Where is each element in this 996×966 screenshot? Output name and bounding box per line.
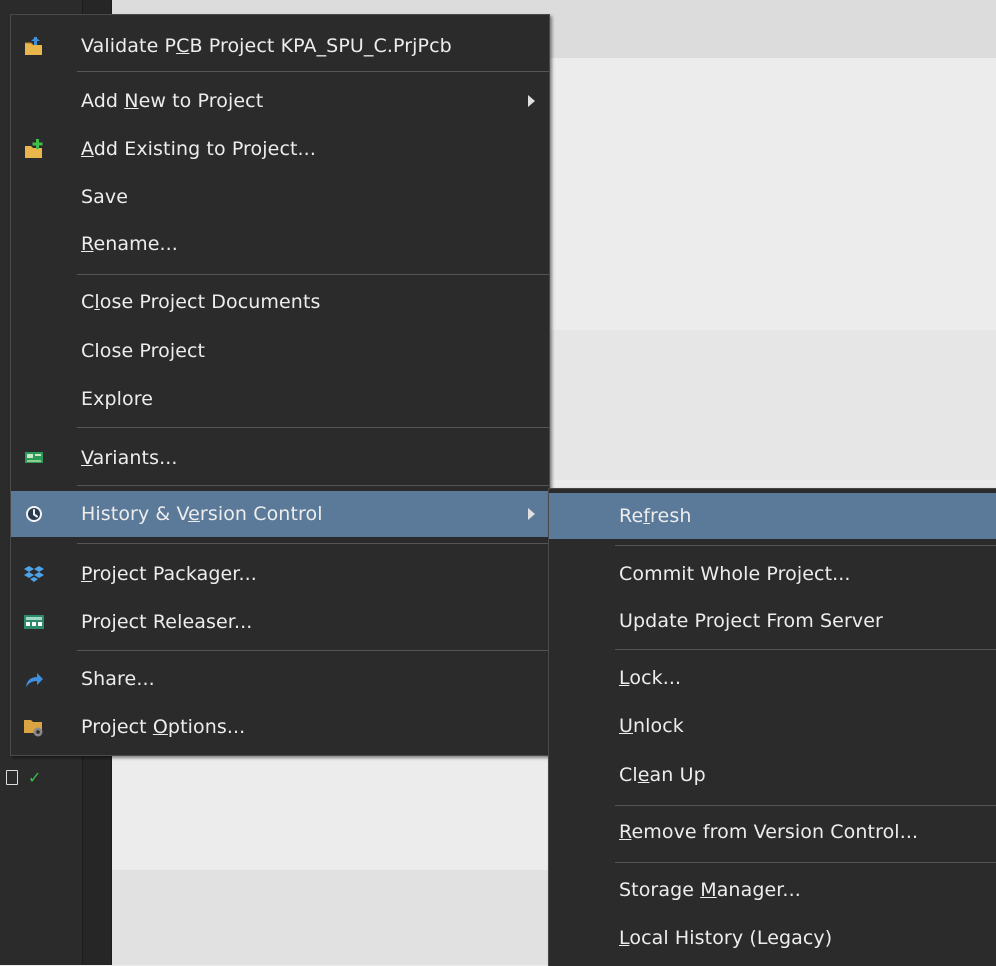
menu-item-add-existing[interactable]: Add Existing to Project... (11, 126, 549, 172)
menu-separator (77, 71, 549, 72)
releaser-icon (23, 611, 45, 633)
menu-item-variants[interactable]: Variants... (11, 435, 549, 481)
menu-item-label: Project Packager... (81, 563, 257, 585)
menu-item-label: Explore (81, 388, 153, 410)
menu-item-label: Lock... (619, 667, 682, 689)
menu-item-label: Update Project From Server (619, 610, 883, 632)
menu-item-label: Storage Manager... (619, 879, 801, 901)
menu-item-history-version-control[interactable]: History & Version Control (11, 491, 549, 537)
menu-item-project-options[interactable]: Project Options... (11, 704, 549, 750)
submenu-item-lock[interactable]: Lock... (549, 655, 996, 701)
menu-separator (77, 650, 549, 651)
menu-item-label: Close Project Documents (81, 291, 321, 313)
menu-item-label: Variants... (81, 447, 178, 469)
menu-item-label: Commit Whole Project... (619, 563, 851, 585)
packager-icon (23, 563, 45, 585)
add-existing-icon (23, 138, 45, 160)
menu-separator (615, 805, 996, 806)
menu-item-add-new-to-project[interactable]: Add New to Project (11, 78, 549, 124)
menu-separator (77, 274, 549, 275)
menu-item-label: Refresh (619, 505, 692, 527)
menu-item-label: Share... (81, 668, 155, 690)
submenu-item-commit-whole-project[interactable]: Commit Whole Project... (549, 551, 996, 597)
menu-item-label: Save (81, 186, 129, 208)
submenu-item-local-history[interactable]: Local History (Legacy) (549, 915, 996, 961)
document-icon (6, 770, 18, 785)
menu-item-label: Add New to Project (81, 90, 264, 112)
menu-item-label: Unlock (619, 715, 684, 737)
menu-item-rename[interactable]: Rename... (11, 221, 549, 267)
submenu-item-remove-from-version-control[interactable]: Remove from Version Control... (549, 809, 996, 855)
history-version-control-submenu: Refresh Commit Whole Project... Update P… (548, 488, 996, 966)
menu-item-close-project[interactable]: Close Project (11, 328, 549, 374)
variants-icon (23, 447, 45, 469)
submenu-item-storage-manager[interactable]: Storage Manager... (549, 867, 996, 913)
menu-item-project-releaser[interactable]: Project Releaser... (11, 599, 549, 645)
menu-item-validate-project[interactable]: Validate PCB Project KPA_SPU_C.PrjPcb (11, 23, 549, 69)
menu-separator (615, 862, 996, 863)
submenu-item-clean-up[interactable]: Clean Up (549, 752, 996, 798)
submenu-item-update-project[interactable]: Update Project From Server (549, 598, 996, 644)
share-arrow-icon (23, 668, 45, 690)
project-context-menu: Validate PCB Project KPA_SPU_C.PrjPcb Ad… (10, 14, 550, 756)
menu-item-close-project-documents[interactable]: Close Project Documents (11, 279, 549, 325)
menu-item-label: Remove from Version Control... (619, 821, 919, 843)
menu-separator (77, 485, 549, 486)
menu-item-label: Clean Up (619, 764, 706, 786)
project-tree-row[interactable]: ✓ (6, 768, 41, 787)
submenu-arrow-icon (528, 95, 535, 107)
menu-separator (615, 545, 996, 546)
submenu-item-refresh[interactable]: Refresh (549, 493, 996, 539)
checkmark-icon: ✓ (28, 768, 42, 787)
menu-item-label: Validate PCB Project KPA_SPU_C.PrjPcb (81, 35, 452, 57)
menu-separator (77, 543, 549, 544)
submenu-item-unlock[interactable]: Unlock (549, 703, 996, 749)
validate-project-icon (23, 35, 45, 57)
menu-item-label: History & Version Control (81, 503, 323, 525)
menu-separator (615, 649, 996, 650)
menu-item-label: Project Options... (81, 716, 246, 738)
project-options-icon (23, 716, 45, 738)
menu-item-label: Local History (Legacy) (619, 927, 833, 949)
menu-item-label: Rename... (81, 233, 178, 255)
menu-separator (77, 427, 549, 428)
menu-item-share[interactable]: Share... (11, 656, 549, 702)
menu-item-label: Add Existing to Project... (81, 138, 316, 160)
clock-icon (23, 503, 45, 525)
menu-item-project-packager[interactable]: Project Packager... (11, 551, 549, 597)
submenu-arrow-icon (528, 508, 535, 520)
menu-item-label: Close Project (81, 340, 206, 362)
menu-item-label: Project Releaser... (81, 611, 253, 633)
menu-item-explore[interactable]: Explore (11, 376, 549, 422)
menu-item-save[interactable]: Save (11, 174, 549, 220)
